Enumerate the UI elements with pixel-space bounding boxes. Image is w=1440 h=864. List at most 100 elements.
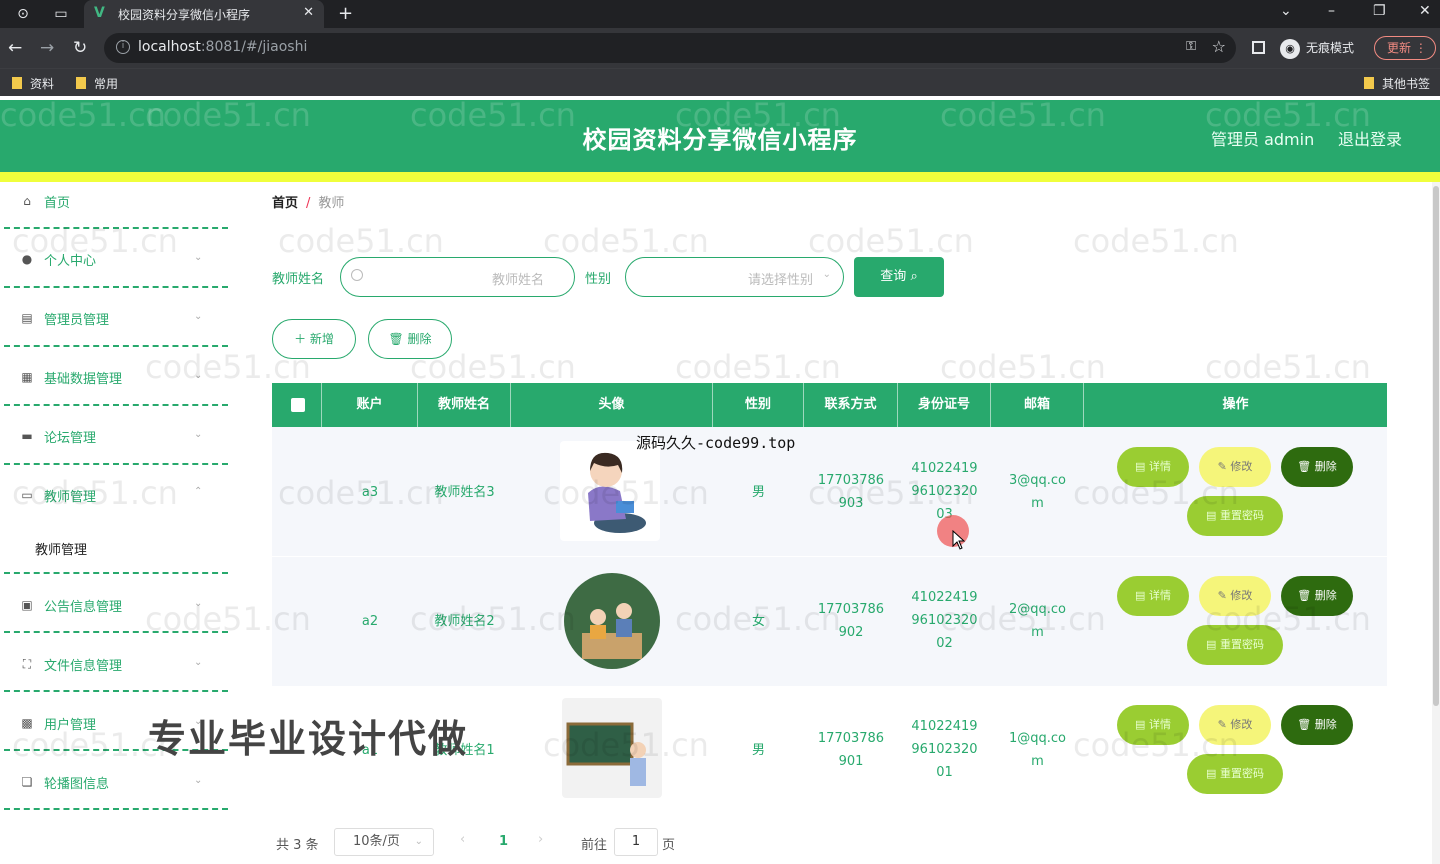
chevron-down-icon: ⌄	[194, 429, 203, 440]
watermark: code51.cn	[278, 222, 444, 260]
col-gender: 性别	[713, 383, 804, 427]
sidebar-item-teachers[interactable]: ▭ 教师管理 ⌃	[0, 476, 228, 534]
page-size-select[interactable]: 10条/页 ⌄	[334, 828, 434, 856]
trash-icon: 🗑	[1297, 589, 1312, 602]
chevron-down-icon: ⌄	[194, 657, 203, 668]
detail-button[interactable]: ▤ 详情	[1117, 705, 1189, 745]
chevron-down-icon: ⌄	[194, 598, 203, 609]
logout-link[interactable]: 退出登录	[1338, 126, 1402, 150]
sidebar-item-forum[interactable]: ▬ 论坛管理 ⌄	[0, 417, 228, 475]
document-icon: ▤	[1206, 638, 1217, 651]
add-button[interactable]: ＋ 新增	[272, 319, 356, 359]
teacher-avatar	[562, 571, 662, 671]
scrollbar-thumb[interactable]	[1433, 186, 1439, 706]
teacher-name-input[interactable]: 教师姓名	[340, 257, 575, 297]
breadcrumb-current: 教师	[318, 196, 345, 211]
goto-page-input[interactable]: 1	[614, 828, 658, 856]
folder-icon	[76, 77, 86, 89]
browser-tab[interactable]: V 校园资料分享微信小程序 ✕	[84, 0, 324, 28]
teacher-avatar	[562, 698, 662, 798]
bookmark-star-icon[interactable]: ☆	[1212, 37, 1226, 56]
edit-button[interactable]: ✎ 修改	[1199, 705, 1271, 745]
reset-password-button[interactable]: ▤ 重置密码	[1187, 625, 1283, 665]
address-bar[interactable]: i localhost:8081/#/jiaoshi ⚿ ☆	[104, 33, 1236, 63]
forward-icon[interactable]: →	[40, 38, 54, 58]
next-page-icon[interactable]: ›	[538, 832, 543, 847]
user-icon: ●	[21, 252, 33, 266]
sidebar-subitem-teacher-manage[interactable]: 教师管理	[35, 539, 87, 558]
prev-page-icon[interactable]: ‹	[460, 832, 465, 847]
batch-delete-button[interactable]: 🗑 删除	[368, 319, 452, 359]
document-icon: ▤	[1135, 718, 1146, 731]
gender-select[interactable]: 请选择性别 ⌄	[625, 257, 844, 297]
source-overlay-text: 源码久久-code99.top	[636, 434, 796, 452]
teacher-avatar	[560, 441, 660, 541]
document-icon: ▤	[21, 311, 33, 325]
edit-button[interactable]: ✎ 修改	[1199, 447, 1271, 487]
search-icon: ⌕	[910, 269, 918, 284]
new-tab-icon[interactable]: +	[338, 3, 353, 24]
delete-button[interactable]: 🗑 删除	[1281, 705, 1353, 745]
menu-divider	[4, 690, 228, 692]
chevron-down-icon: ⌄	[194, 252, 203, 263]
menu-divider	[4, 808, 228, 810]
tab-list-icon[interactable]: ⌄	[1280, 3, 1292, 19]
incognito-indicator[interactable]: ◉ 无痕模式	[1280, 37, 1354, 59]
sidebar-item-profile[interactable]: ● 个人中心 ⌄	[0, 240, 228, 298]
page-number-current[interactable]: 1	[499, 834, 508, 849]
query-button[interactable]: 查询 ⌕	[854, 257, 944, 297]
menu-divider	[4, 227, 228, 229]
side-panel-icon[interactable]	[1252, 41, 1265, 54]
table-row: a3 教师姓名3 男 17703786 903 41022419 96102320 0…	[272, 427, 1387, 556]
cell-account: a3	[361, 485, 379, 500]
gender-label: 性别	[585, 272, 612, 287]
reload-icon[interactable]: ↻	[73, 38, 87, 58]
chevron-down-icon: ⌄	[194, 775, 203, 786]
cell-name: 教师姓名2	[434, 614, 495, 629]
table-header: 账户 教师姓名 头像 性别 联系方式 身份证号 邮箱 操作	[272, 383, 1387, 427]
delete-button[interactable]: 🗑 删除	[1281, 447, 1353, 487]
site-info-icon[interactable]: i	[116, 40, 130, 54]
url-text: localhost:8081/#/jiaoshi	[138, 39, 308, 55]
update-button[interactable]: 更新 ⋮	[1374, 36, 1436, 60]
detail-button[interactable]: ▤ 详情	[1117, 447, 1189, 487]
sidebar-item-notices[interactable]: ▣ 公告信息管理 ⌄	[0, 586, 228, 644]
other-bookmarks[interactable]: 其他书签	[1364, 75, 1430, 92]
cell-email: 3@qq.co m	[1008, 473, 1066, 511]
mouse-cursor-icon	[952, 530, 966, 550]
edit-button[interactable]: ✎ 修改	[1199, 576, 1271, 616]
frame-icon: ⛶	[22, 657, 32, 671]
window-close-icon[interactable]: ✕	[1419, 3, 1431, 19]
chevron-down-icon: ⌄	[194, 311, 203, 322]
cell-name: 教师姓名3	[434, 485, 495, 500]
tab-close-icon[interactable]: ✕	[303, 5, 314, 20]
reset-password-button[interactable]: ▤ 重置密码	[1187, 496, 1283, 536]
sidebar-item-admins[interactable]: ▤ 管理员管理 ⌄	[0, 299, 228, 357]
sidebar-item-home[interactable]: ⌂ 首页	[0, 182, 228, 240]
bookmark-folder-0[interactable]: 资料	[12, 75, 54, 92]
avatar-illustration-girl	[560, 441, 660, 541]
select-all-checkbox[interactable]	[291, 398, 305, 412]
breadcrumb-home[interactable]: 首页	[272, 196, 298, 211]
chevron-down-icon: ⌄	[414, 836, 423, 847]
reset-password-button[interactable]: ▤ 重置密码	[1187, 754, 1283, 794]
password-key-icon[interactable]: ⚿	[1186, 39, 1196, 54]
sidebar-item-base-data[interactable]: ▦ 基础数据管理 ⌄	[0, 358, 228, 416]
sidebar-item-carousel[interactable]: ❏ 轮播图信息 ⌄	[0, 763, 228, 821]
tab-search-icon[interactable]: ▭	[52, 5, 70, 23]
col-idcard: 身份证号	[898, 383, 991, 427]
incognito-icon: ◉	[1280, 38, 1300, 59]
grid-icon: ▩	[21, 716, 33, 730]
document-icon: ▤	[1135, 460, 1146, 473]
clipboard-icon: ▣	[21, 598, 33, 612]
browser-menu-icon[interactable]: ⊙	[14, 5, 32, 23]
bookmark-folder-1[interactable]: 常用	[76, 75, 118, 92]
maximize-icon[interactable]: ❐	[1373, 3, 1386, 19]
detail-button[interactable]: ▤ 详情	[1117, 576, 1189, 616]
minimize-icon[interactable]: –	[1328, 3, 1335, 19]
col-avatar: 头像	[511, 383, 713, 427]
trash-icon: 🗑	[1297, 460, 1312, 473]
sidebar-item-files[interactable]: ⛶ 文件信息管理 ⌄	[0, 645, 228, 703]
delete-button[interactable]: 🗑 删除	[1281, 576, 1353, 616]
back-icon[interactable]: ←	[8, 38, 22, 58]
